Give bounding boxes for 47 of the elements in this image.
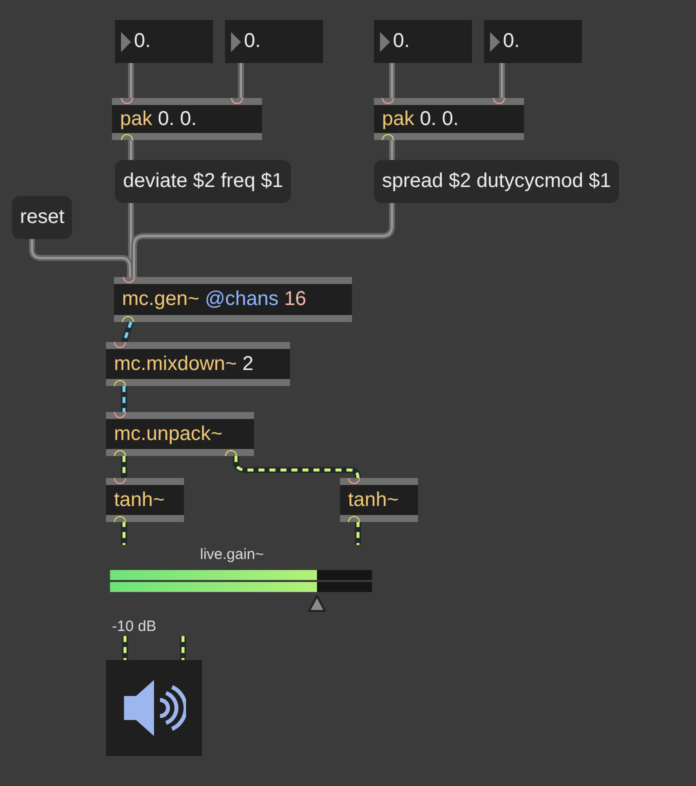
number-value: 0. <box>244 30 261 53</box>
message-box[interactable]: deviate $2 freq $1 <box>115 160 292 203</box>
message-box[interactable]: reset <box>12 196 72 239</box>
number-value: 0. <box>134 30 151 53</box>
signal-cord <box>121 456 127 478</box>
message-box[interactable]: spread $2 dutycycmod $1 <box>374 160 620 203</box>
object-box[interactable]: tanh~ <box>106 478 184 522</box>
signal-cord <box>121 386 127 412</box>
triangle-icon <box>380 32 390 52</box>
signal-cord <box>122 636 128 660</box>
object-text: pak 0. 0. <box>382 108 459 130</box>
object-box[interactable]: tanh~ <box>340 478 418 522</box>
number-box[interactable]: 0. <box>225 20 323 63</box>
patch-cord <box>389 140 395 160</box>
triangle-icon <box>231 32 241 52</box>
object-box[interactable]: mc.unpack~ <box>106 412 254 456</box>
object-box[interactable]: pak 0. 0. <box>374 98 524 140</box>
object-box[interactable]: pak 0. 0. <box>112 98 262 140</box>
triangle-icon <box>121 32 131 52</box>
object-box[interactable]: mc.mixdown~ 2 <box>106 342 290 386</box>
speaker-box[interactable] <box>106 660 202 756</box>
triangle-icon <box>490 32 500 52</box>
number-value: 0. <box>503 30 520 53</box>
object-text: tanh~ <box>348 488 399 512</box>
number-box[interactable]: 0. <box>115 20 213 63</box>
signal-cord <box>180 636 186 660</box>
patch-cord <box>128 63 134 98</box>
number-value: 0. <box>393 30 410 53</box>
object-text: pak 0. 0. <box>120 108 197 130</box>
signal-cord <box>121 321 134 343</box>
signal-cord <box>121 521 127 545</box>
object-text: mc.unpack~ <box>114 422 222 446</box>
patch-cord <box>389 63 395 98</box>
gain-label: live.gain~ <box>200 546 264 563</box>
number-box[interactable]: 0. <box>374 20 472 63</box>
signal-cord <box>355 521 361 545</box>
object-text: mc.mixdown~ 2 <box>114 352 254 376</box>
gain-reading: -10 dB <box>112 618 156 635</box>
patch-cord <box>128 140 134 160</box>
object-text: mc.gen~ @chans 16 <box>122 288 306 311</box>
speaker-icon <box>122 680 186 736</box>
patch-cord <box>238 63 244 98</box>
object-box[interactable]: mc.gen~ @chans 16 <box>114 277 352 322</box>
patch-cord <box>499 63 505 98</box>
object-text: tanh~ <box>114 488 165 512</box>
slider-handle[interactable] <box>308 595 326 612</box>
number-box[interactable]: 0. <box>484 20 582 63</box>
